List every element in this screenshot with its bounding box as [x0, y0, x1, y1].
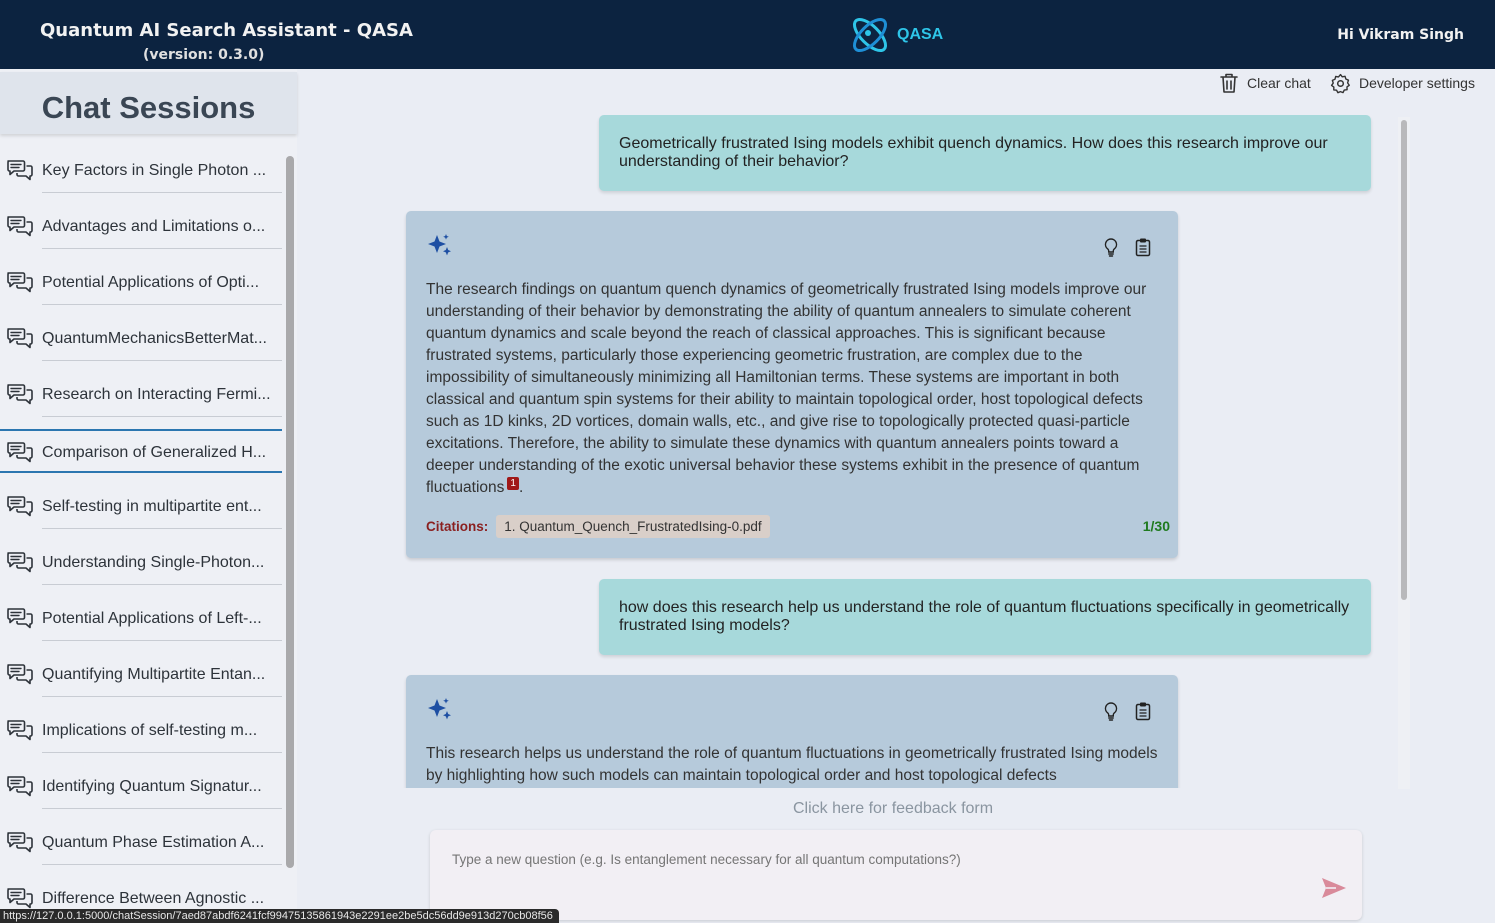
divider [42, 360, 282, 361]
app-version: (version: 0.3.0) [143, 47, 265, 63]
sidebar-session-label: Understanding Single-Photon... [42, 554, 265, 571]
user-message: Geometrically frustrated Ising models ex… [599, 115, 1371, 191]
sidebar-header: Chat Sessions [0, 72, 297, 134]
sidebar-session-label: Potential Applications of Opti... [42, 274, 260, 291]
sidebar-session-label: Advantages and Limitations o... [42, 218, 266, 235]
chat-scrollbar-thumb[interactable] [1401, 120, 1407, 600]
sidebar-session-label: Self-testing in multipartite ent... [42, 498, 262, 515]
sidebar-session-label: Implications of self-testing m... [42, 722, 258, 739]
sidebar-session-label: QuantumMechanicsBetterMat... [42, 330, 267, 347]
citations-label: Citations: [426, 519, 489, 534]
sidebar: Chat Sessions Key Factors in Single Phot… [0, 69, 297, 923]
sidebar-session-label: Potential Applications of Left-... [42, 610, 262, 627]
chat-bubbles-icon [7, 832, 33, 853]
user-message-text: how does this research help us understan… [619, 599, 1350, 634]
sidebar-session-label: Quantum Phase Estimation A... [42, 834, 265, 851]
divider [42, 696, 282, 697]
divider [42, 584, 282, 585]
response-counter: 1/30 [1142, 518, 1170, 534]
chat-bubbles-icon [7, 664, 33, 685]
citations-row: Citations: 1. Quantum_Quench_FrustratedI… [426, 515, 770, 538]
sidebar-session-item[interactable]: Quantum Phase Estimation A... [0, 821, 282, 865]
app-header: Quantum AI Search Assistant - QASA (vers… [0, 0, 1495, 69]
sidebar-session-label: Quantifying Multipartite Entan... [42, 666, 266, 683]
sidebar-session-label: Identifying Quantum Signatur... [42, 778, 262, 795]
clear-chat-button[interactable]: Clear chat [1219, 72, 1311, 94]
logo-text: QASA [897, 26, 944, 43]
divider [42, 528, 282, 529]
atom-logo-icon [852, 17, 888, 53]
sidebar-title: Chat Sessions [41, 90, 256, 125]
divider [42, 864, 282, 865]
chat-bubbles-icon [7, 552, 33, 573]
citation-chip[interactable]: 1. Quantum_Quench_FrustratedIsing-0.pdf [496, 515, 770, 538]
trash-icon [1220, 73, 1238, 93]
sparkle-icon [428, 698, 451, 720]
sidebar-session-item[interactable]: Identifying Quantum Signatur... [0, 765, 282, 809]
sidebar-session-item[interactable]: Implications of self-testing m... [0, 709, 282, 753]
question-input[interactable] [452, 852, 1302, 867]
sidebar-session-item[interactable]: Comparison of Generalized H... [0, 429, 282, 473]
sidebar-session-label: Comparison of Generalized H... [42, 444, 267, 461]
divider [42, 416, 282, 417]
clipboard-icon[interactable] [1134, 237, 1152, 257]
chat-bubbles-icon [7, 442, 33, 463]
sparkle-icon [428, 234, 451, 256]
session-list: Key Factors in Single Photon ... Advantag… [0, 149, 282, 923]
user-message: how does this research help us understan… [599, 579, 1371, 655]
developer-settings-label: Developer settings [1359, 75, 1475, 91]
divider [42, 640, 282, 641]
assistant-message: The research findings on quantum quench … [406, 211, 1178, 558]
divider [42, 752, 282, 753]
clipboard-icon[interactable] [1134, 701, 1152, 721]
sidebar-session-item[interactable]: Self-testing in multipartite ent... [0, 485, 282, 529]
chat-bubbles-icon [7, 160, 33, 181]
sidebar-session-item[interactable]: Potential Applications of Left-... [0, 597, 282, 641]
chat-bubbles-icon [7, 272, 33, 293]
user-greeting[interactable]: Hi Vikram Singh [1337, 27, 1464, 43]
gear-icon [1330, 73, 1350, 93]
sidebar-session-item[interactable]: Understanding Single-Photon... [0, 541, 282, 585]
status-url: https://127.0.0.1:5000/chatSession/7aed8… [0, 909, 559, 923]
chat-bubbles-icon [7, 216, 33, 237]
sidebar-session-item[interactable]: Research on Interacting Fermi... [0, 373, 282, 417]
citation-badge[interactable]: 1 [507, 477, 519, 490]
lightbulb-icon[interactable] [1102, 701, 1120, 721]
assistant-message: This research helps us understand the ro… [406, 675, 1178, 788]
sidebar-session-label: Research on Interacting Fermi... [42, 386, 271, 403]
chat-bubbles-icon [7, 384, 33, 405]
sidebar-session-label: Key Factors in Single Photon ... [42, 162, 267, 179]
sidebar-session-item[interactable]: Advantages and Limitations o... [0, 205, 282, 249]
divider [42, 808, 282, 809]
sidebar-session-item[interactable]: QuantumMechanicsBetterMat... [0, 317, 282, 361]
chat-bubbles-icon [7, 608, 33, 629]
sidebar-session-label: Difference Between Agnostic ... [42, 890, 265, 907]
chat-bubbles-icon [7, 776, 33, 797]
sidebar-scrollbar-thumb[interactable] [286, 156, 294, 868]
chat-bubbles-icon [7, 720, 33, 741]
assistant-message-text: The research findings on quantum quench … [426, 281, 1147, 497]
user-message-text: Geometrically frustrated Ising models ex… [619, 135, 1328, 170]
chat-bubbles-icon [7, 328, 33, 349]
app-logo[interactable]: QASA [847, 12, 947, 58]
sidebar-session-item[interactable]: Quantifying Multipartite Entan... [0, 653, 282, 697]
sidebar-session-item[interactable]: Potential Applications of Opti... [0, 261, 282, 305]
question-composer [430, 830, 1362, 920]
lightbulb-icon[interactable] [1102, 237, 1120, 257]
divider [42, 248, 282, 249]
chat-bubbles-icon [7, 496, 33, 517]
divider [42, 192, 282, 193]
developer-settings-button[interactable]: Developer settings [1330, 72, 1475, 94]
chat-bubbles-icon [7, 888, 33, 909]
app-title: Quantum AI Search Assistant - QASA [40, 20, 413, 41]
clear-chat-label: Clear chat [1247, 75, 1311, 91]
feedback-link[interactable]: Click here for feedback form [793, 800, 993, 818]
send-icon[interactable] [1320, 876, 1348, 900]
divider [42, 304, 282, 305]
chat-thread: Geometrically frustrated Ising models ex… [400, 115, 1412, 788]
sidebar-session-item[interactable]: Key Factors in Single Photon ... [0, 149, 282, 193]
assistant-message-text: This research helps us understand the ro… [426, 745, 1158, 784]
